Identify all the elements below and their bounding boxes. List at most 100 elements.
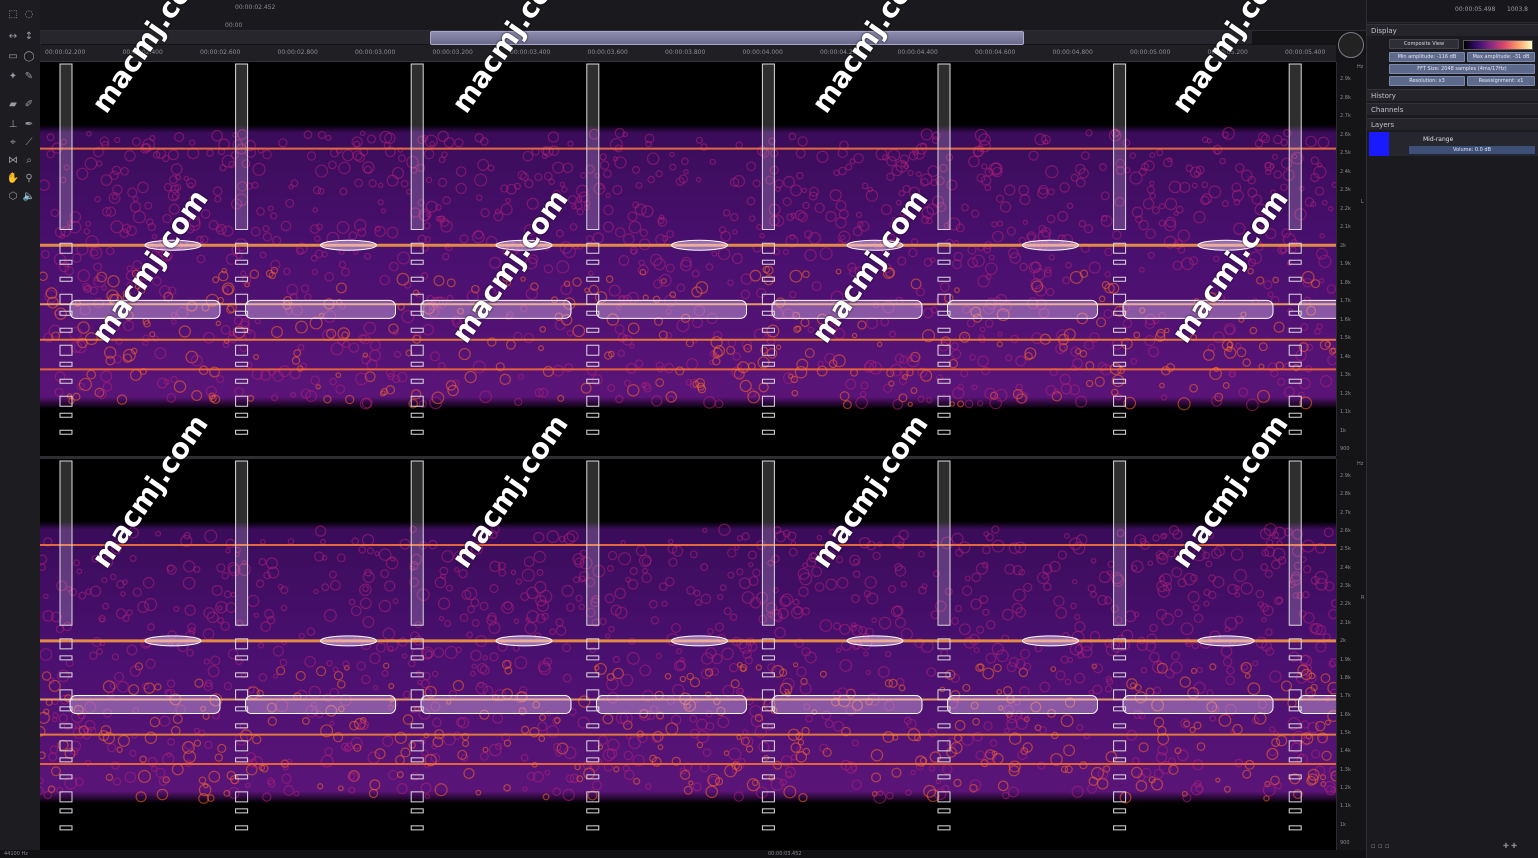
time-marker[interactable]	[761, 63, 775, 230]
reassignment-select[interactable]: Reassignment: x1	[1467, 76, 1535, 86]
selection-region[interactable]	[771, 299, 923, 319]
min-amplitude-field[interactable]: Min amplitude: -116 dB	[1389, 52, 1465, 62]
zoom-icon[interactable]: ⌕	[22, 154, 36, 168]
selection-ellipse[interactable]	[1197, 239, 1255, 251]
selection-region[interactable]	[596, 299, 747, 319]
selection-ellipse[interactable]	[671, 635, 728, 647]
time-marker[interactable]	[1288, 63, 1302, 230]
frequency-tick-label: 1k	[1340, 821, 1347, 828]
dropper-icon[interactable]: ⌖	[6, 136, 20, 150]
frequency-tick-label: 1.8k	[1340, 279, 1351, 286]
rect-select-icon[interactable]: ▭	[6, 50, 20, 64]
panel-bottom-icons[interactable]: ▫ ▫ ▫	[1371, 842, 1411, 850]
selection-region[interactable]	[420, 695, 572, 715]
selection-region[interactable]	[1122, 695, 1274, 715]
lasso-icon[interactable]: ◌	[22, 8, 36, 22]
resolution-select[interactable]: Resolution: x3	[1389, 76, 1465, 86]
time-marker[interactable]	[59, 460, 73, 626]
selection-region[interactable]	[245, 695, 396, 715]
ruler-tick-label: 00:00:04.200	[820, 49, 861, 56]
knife-icon[interactable]: ⟋	[22, 136, 36, 150]
navigator-knob-icon[interactable]	[1338, 32, 1364, 58]
layer-gain[interactable]: Volume: 0.0 dB	[1409, 146, 1535, 154]
time-marker[interactable]	[410, 460, 424, 626]
ruler-tick-label: 00:00:05.400	[1285, 49, 1326, 56]
layer-row[interactable]: Mid-range Volume: 0.0 dB	[1369, 132, 1538, 156]
frequency-tick-label: 2k	[1340, 638, 1347, 645]
freq-select-icon[interactable]: ↕	[22, 30, 36, 44]
ruler-tick-label: 00:00:04.400	[897, 49, 938, 56]
top-toolbar: 00:00:02.452 00:00 00:00:05.498	[40, 0, 1496, 31]
selection-region[interactable]	[420, 299, 572, 319]
selection-ellipse[interactable]	[495, 635, 553, 647]
selection-ellipse[interactable]	[144, 239, 202, 251]
layers-section-header[interactable]: Layers	[1367, 118, 1538, 130]
color-scale-bar[interactable]	[1463, 40, 1533, 50]
selection-ellipse[interactable]	[846, 635, 904, 647]
selection-ellipse[interactable]	[1197, 635, 1255, 647]
selection-region[interactable]	[1122, 299, 1274, 319]
stamp-icon[interactable]: ⊥	[6, 118, 20, 132]
add-layer-icon[interactable]: ✚ ✚	[1503, 842, 1535, 850]
channel-label: L	[1361, 199, 1364, 205]
time-marker[interactable]	[937, 460, 951, 626]
scrub-icon[interactable]: ⋈	[6, 154, 20, 168]
time-marker[interactable]	[761, 460, 775, 626]
time-marker[interactable]	[937, 63, 951, 230]
layer-color-swatch[interactable]	[1369, 132, 1389, 156]
spectrogram-left-channel[interactable]	[40, 62, 1336, 456]
sample-rate: 44100 Hz	[4, 851, 28, 857]
time-marker[interactable]	[586, 63, 600, 230]
time-marker[interactable]	[235, 460, 249, 626]
frequency-tick-label: 1.3k	[1340, 766, 1351, 773]
time-marker[interactable]	[586, 460, 600, 626]
selection-region[interactable]	[1298, 299, 1337, 319]
selection-region[interactable]	[69, 299, 221, 319]
selection-ellipse[interactable]	[320, 635, 377, 647]
spectrogram-right-channel[interactable]	[40, 459, 1336, 850]
selection-region[interactable]	[245, 299, 396, 319]
selection-ellipse[interactable]	[1022, 239, 1079, 251]
time-marker[interactable]	[59, 63, 73, 230]
frequency-tick-label: 1.9k	[1340, 261, 1351, 267]
hand-icon[interactable]: ✋	[6, 172, 20, 186]
composite-view-select[interactable]: Composite View	[1389, 39, 1459, 49]
history-section-header[interactable]: History	[1367, 89, 1538, 101]
pen-icon[interactable]: ✒	[22, 118, 36, 132]
fft-size-select[interactable]: FFT Size: 2048 samples (4ms/17Hz)	[1389, 64, 1535, 74]
selection-region[interactable]	[947, 299, 1098, 319]
time-marker[interactable]	[1113, 460, 1127, 626]
eraser-icon[interactable]: ▰	[6, 98, 20, 112]
select-icon[interactable]: ⬚	[6, 8, 20, 22]
ruler-tick-label: 00:00:04.600	[975, 49, 1016, 56]
overview-viewport-handle[interactable]	[430, 31, 1024, 45]
selection-ellipse[interactable]	[144, 635, 202, 647]
frequency-tick-label: 2k	[1340, 242, 1347, 249]
selection-region[interactable]	[69, 695, 221, 715]
time-marker[interactable]	[1113, 63, 1127, 230]
time-marker[interactable]	[235, 63, 249, 230]
selection-region[interactable]	[1298, 695, 1337, 715]
selection-region[interactable]	[947, 695, 1098, 715]
magic-wand-icon[interactable]: ✦	[6, 70, 20, 84]
selection-ellipse[interactable]	[495, 239, 553, 251]
speaker-icon[interactable]: 🔈	[22, 190, 36, 204]
ellipse-select-icon[interactable]: ◯	[22, 50, 36, 64]
selection-ellipse[interactable]	[671, 239, 728, 251]
selection-ellipse[interactable]	[846, 239, 904, 251]
display-section-header[interactable]: Display	[1367, 24, 1538, 36]
cube-icon[interactable]: ⬡	[6, 190, 20, 204]
search-icon[interactable]: ⚲	[22, 172, 36, 186]
channels-section-header[interactable]: Channels	[1367, 103, 1538, 115]
time-ruler[interactable]: 00:00:02.200 00:00:02.400 00:00:02.600 00:0…	[40, 45, 1336, 62]
selection-region[interactable]	[771, 695, 923, 715]
time-marker[interactable]	[1288, 460, 1302, 626]
brush-icon[interactable]: ✐	[22, 98, 36, 112]
selection-region[interactable]	[596, 695, 747, 715]
time-marker[interactable]	[410, 63, 424, 230]
selection-ellipse[interactable]	[1022, 635, 1079, 647]
max-amplitude-field[interactable]: Max amplitude: -31 dB	[1467, 52, 1535, 62]
time-select-icon[interactable]: ↔	[6, 30, 20, 44]
selection-ellipse[interactable]	[320, 239, 377, 251]
pencil-icon[interactable]: ✎	[22, 70, 36, 84]
